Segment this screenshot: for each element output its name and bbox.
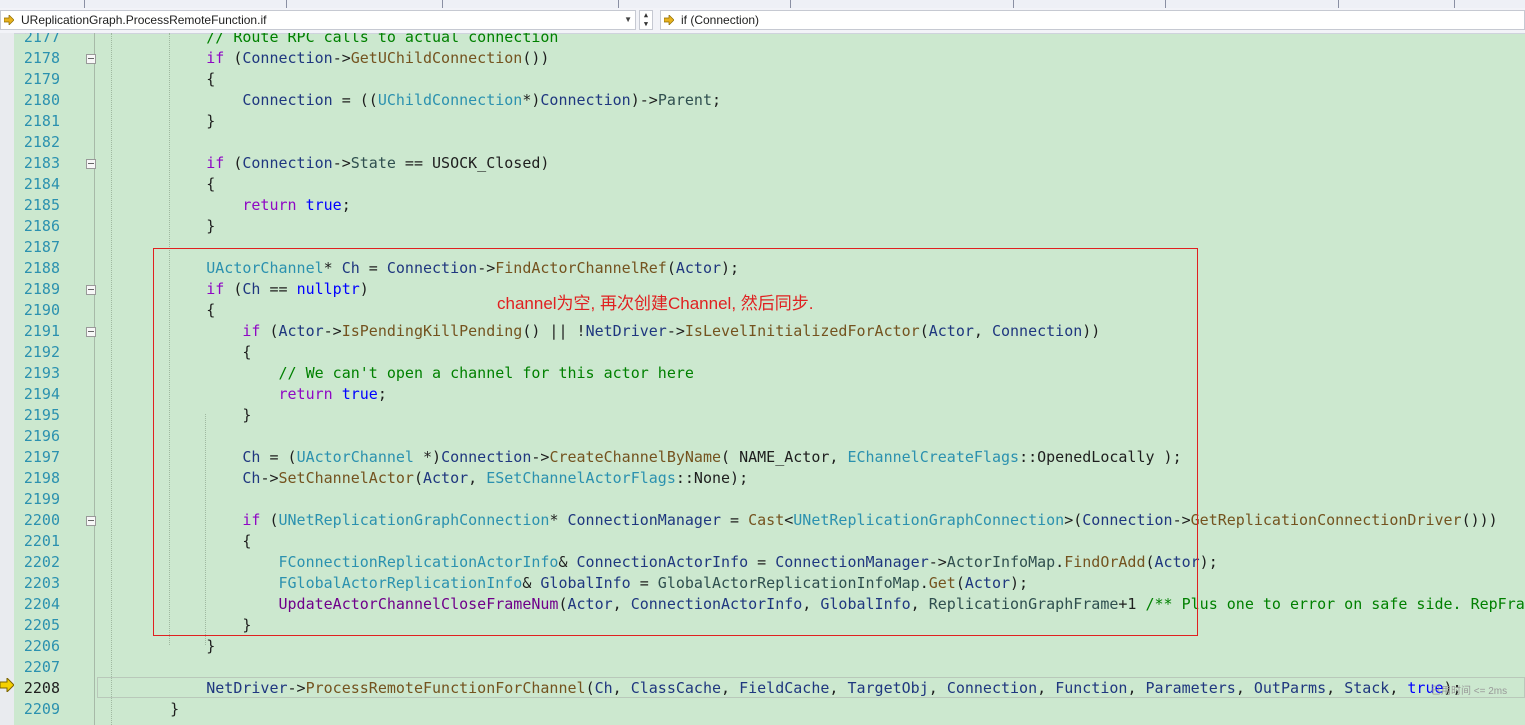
line-number: 2178 (23, 49, 60, 67)
code-line[interactable]: 2184 { (14, 174, 1525, 195)
code-text: // Route RPC calls to actual connection (134, 33, 559, 46)
execution-pointer-icon (0, 678, 14, 692)
spinner-up-icon[interactable]: ▲ (640, 11, 652, 20)
code-text: } (134, 637, 216, 655)
current-line-highlight (97, 677, 1525, 698)
line-number: 2194 (23, 385, 60, 403)
code-line[interactable]: 2180 Connection = ((UChildConnection*)Co… (14, 90, 1525, 111)
line-number: 2197 (23, 448, 60, 466)
navigation-bar: UReplicationGraph.ProcessRemoteFunction.… (0, 8, 1525, 34)
code-text: { (134, 175, 216, 193)
perf-tip: 已用时间 <= 2ms (1431, 686, 1508, 697)
line-number: 2204 (23, 595, 60, 613)
line-number: 2205 (23, 616, 60, 634)
line-number: 2209 (23, 700, 60, 718)
line-number: 2199 (23, 490, 60, 508)
indicator-margin[interactable] (0, 33, 14, 725)
scope-dropdown-label: UReplicationGraph.ProcessRemoteFunction.… (21, 13, 267, 27)
code-line[interactable]: 2183 if (Connection->State == USOCK_Clos… (14, 153, 1525, 174)
line-number: 2191 (23, 322, 60, 340)
collapse-icon[interactable] (86, 327, 96, 337)
code-line[interactable]: 2207 (14, 657, 1525, 678)
member-arrow-icon (664, 15, 674, 25)
code-text: { (134, 70, 216, 88)
line-number: 2179 (23, 70, 60, 88)
code-line[interactable]: 2209 } (14, 699, 1525, 720)
line-number: 2196 (23, 427, 60, 445)
line-number: 2200 (23, 511, 60, 529)
member-dropdown[interactable]: if (Connection) (660, 10, 1525, 30)
scope-spinner[interactable]: ▲ ▼ (639, 10, 653, 30)
chevron-down-icon: ▼ (624, 15, 632, 24)
scope-arrow-icon (4, 15, 14, 25)
line-number: 2184 (23, 175, 60, 193)
code-line[interactable]: 2206 } (14, 636, 1525, 657)
line-number: 2193 (23, 364, 60, 382)
line-number: 2195 (23, 406, 60, 424)
line-number: 2192 (23, 343, 60, 361)
scope-dropdown[interactable]: UReplicationGraph.ProcessRemoteFunction.… (0, 10, 636, 30)
code-line[interactable]: 2178 if (Connection->GetUChildConnection… (14, 48, 1525, 69)
code-line[interactable]: 2181 } (14, 111, 1525, 132)
line-number: 2185 (23, 196, 60, 214)
line-number: 2207 (23, 658, 60, 676)
line-number: 2189 (23, 280, 60, 298)
code-text: return true; (134, 196, 351, 214)
line-number: 2187 (23, 238, 60, 256)
line-number: 2182 (23, 133, 60, 151)
line-number: 2177 (23, 33, 60, 46)
line-number: 2181 (23, 112, 60, 130)
line-number: 2208 (23, 679, 60, 697)
member-dropdown-label: if (Connection) (681, 13, 760, 27)
spinner-down-icon[interactable]: ▼ (640, 20, 652, 29)
code-text: if (Connection->GetUChildConnection()) (134, 49, 550, 67)
line-number: 2190 (23, 301, 60, 319)
line-number: 2188 (23, 259, 60, 277)
code-line[interactable]: 2177 // Route RPC calls to actual connec… (14, 33, 1525, 48)
collapse-icon[interactable] (86, 285, 96, 295)
code-line[interactable]: 2185 return true; (14, 195, 1525, 216)
code-line[interactable]: 2182 (14, 132, 1525, 153)
code-line[interactable]: 2186 } (14, 216, 1525, 237)
line-number: 2206 (23, 637, 60, 655)
code-text: } (134, 217, 216, 235)
code-text: } (134, 700, 180, 718)
line-number: 2180 (23, 91, 60, 109)
line-number: 2186 (23, 217, 60, 235)
code-line[interactable]: 2179 { (14, 69, 1525, 90)
collapse-icon[interactable] (86, 516, 96, 526)
code-text: if (Connection->State == USOCK_Closed) (134, 154, 550, 172)
line-number: 2198 (23, 469, 60, 487)
collapse-icon[interactable] (86, 159, 96, 169)
code-text: } (134, 112, 216, 130)
line-number: 2203 (23, 574, 60, 592)
annotation-note: channel为空, 再次创建Channel, 然后同步. (497, 294, 814, 313)
line-number: 2201 (23, 532, 60, 550)
code-text: Connection = ((UChildConnection*)Connect… (134, 91, 722, 109)
collapse-icon[interactable] (86, 54, 96, 64)
line-number: 2202 (23, 553, 60, 571)
line-number: 2183 (23, 154, 60, 172)
